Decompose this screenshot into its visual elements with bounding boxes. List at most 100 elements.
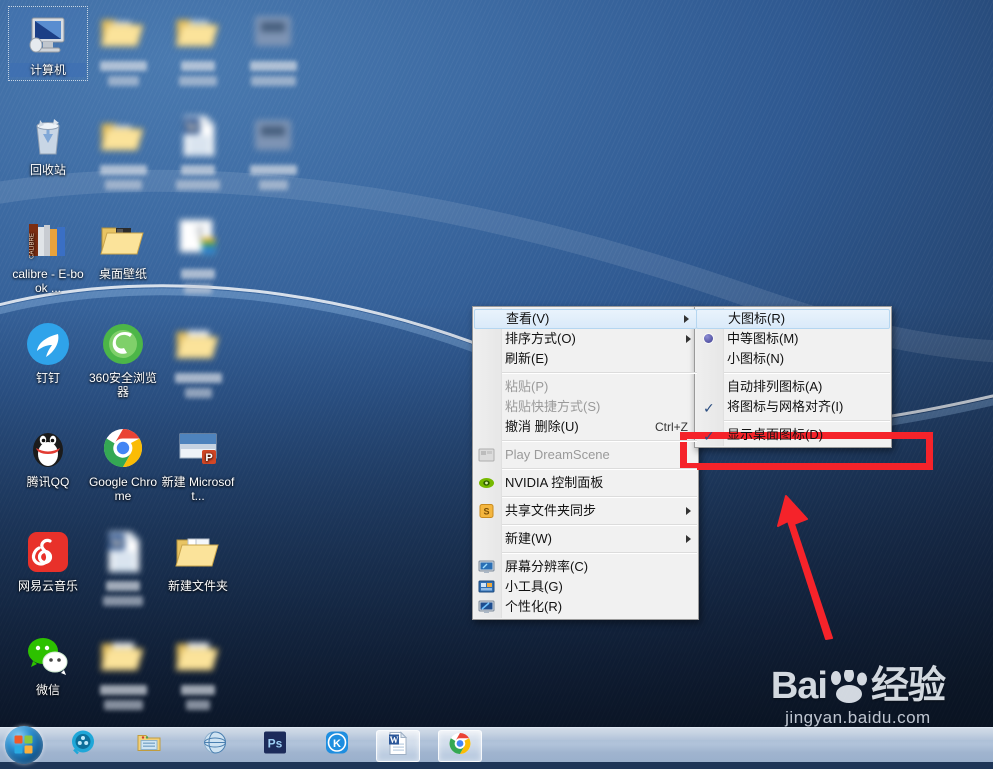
taskbar-button-kingsoft-icon[interactable]: K (316, 730, 358, 760)
folder-icon (99, 112, 147, 160)
taskbar-button-windows-explorer-icon[interactable] (128, 730, 170, 760)
desktop-icon-powerpoint-icon[interactable]: P 新建 Microsoft... (160, 424, 236, 503)
context-menu-item-12[interactable]: S 共享文件夹同步 (473, 501, 698, 521)
desktop-icon-blurred-2[interactable] (160, 8, 236, 89)
context-menu-item-18[interactable]: 个性化(R) (473, 597, 698, 617)
folder-files-icon (174, 632, 222, 680)
context-menu-item-2[interactable]: 刷新(E) (473, 349, 698, 369)
view-submenu-item-5[interactable]: ✓ 将图标与网格对齐(I) (695, 397, 891, 417)
taskbar-button-photoshop-icon[interactable]: Ps (254, 730, 296, 760)
context-menu-item-label: 查看(V) (506, 311, 550, 326)
desktop-icon-folder-files-icon[interactable]: 新建文件夹 (160, 528, 236, 593)
taskbar[interactable]: Ps K W (0, 726, 993, 764)
context-menu-item-1[interactable]: 排序方式(O) (473, 329, 698, 349)
chrome-icon (99, 424, 147, 472)
desktop-icon-blurred-22[interactable] (160, 632, 236, 713)
desktop-icon-label-blurred-2 (184, 388, 212, 398)
view-submenu-item-7[interactable]: ✓ 显示桌面图标(D) (695, 425, 891, 445)
context-menu-item-label: 粘贴(P) (505, 379, 549, 394)
start-button[interactable] (5, 726, 43, 764)
taskbar-button-internet-explorer-icon[interactable] (194, 730, 236, 760)
baidu-jingyan-watermark: Bai 经验 jingyan.baidu.com (770, 665, 946, 728)
context-menu-item-17[interactable]: 小工具(G) (473, 577, 698, 597)
kingsoft-icon: K (324, 730, 350, 761)
desktop-icon-blurred-13[interactable] (160, 320, 236, 401)
windows-explorer-icon (136, 730, 162, 761)
wechat-icon (24, 632, 72, 680)
desktop-icon-label: 桌面壁纸 (98, 267, 147, 281)
watermark-brand-text: Bai (770, 665, 828, 707)
view-submenu-item-1[interactable]: 中等图标(M) (695, 329, 891, 349)
desktop-icon-computer-icon[interactable]: 计算机 (8, 6, 88, 81)
desktop-icon-label-blurred (181, 685, 215, 695)
view-submenu-item-0[interactable]: 大图标(R) (696, 309, 890, 329)
folder-files-icon (174, 320, 222, 368)
view-submenu-item-label: 将图标与网格对齐(I) (727, 399, 844, 414)
desktop-icon-blurred-18[interactable]: W (85, 528, 161, 609)
desktop-icon-folder-book-icon[interactable]: 桌面壁纸 (85, 216, 161, 281)
view-submenu[interactable]: 大图标(R) 中等图标(M) 小图标(N) 自动排列图标(A) ✓ 将图标与网格对齐(I)… (694, 306, 892, 448)
desktop-icon-blurred-5[interactable] (85, 112, 161, 193)
context-menu-item-label: 撤消 删除(U) (505, 419, 579, 434)
context-menu-item-6[interactable]: 撤消 删除(U) Ctrl+Z (473, 417, 698, 437)
view-submenu-item-label: 显示桌面图标(D) (727, 427, 824, 442)
desktop-icon-recycle-bin-icon[interactable]: 回收站 (10, 112, 86, 177)
svg-text:Ps: Ps (268, 737, 283, 751)
context-menu-item-label: 粘贴快捷方式(S) (505, 399, 601, 414)
context-menu-item-label: 小工具(G) (505, 579, 563, 594)
context-menu-item-0[interactable]: 查看(V) (474, 309, 697, 329)
radio-selected-icon (704, 334, 713, 343)
word-document-icon: W (174, 112, 222, 160)
desktop-icon-label-blurred (99, 165, 147, 175)
sync-icon: S (478, 503, 495, 519)
menu-separator (502, 440, 697, 442)
gadgets-icon (478, 579, 495, 595)
context-menu-item-label: 刷新(E) (505, 351, 549, 366)
menu-accelerator: Ctrl+Z (655, 420, 688, 434)
desktop-icon-blurred-6[interactable]: W (160, 112, 236, 193)
submenu-arrow-icon (686, 535, 691, 543)
desktop-icon-blurred-10[interactable] (160, 216, 236, 297)
taskbar-button-chrome-icon[interactable] (438, 730, 482, 762)
desktop-icon-label-blurred-2 (179, 76, 217, 86)
context-menu-item-4: 粘贴(P) (473, 377, 698, 397)
desktop-icon-blurred-7[interactable] (235, 112, 311, 193)
submenu-arrow-icon (686, 507, 691, 515)
desktop-icon-calibre-icon[interactable]: CALIBRE calibre - E-book ... (10, 216, 86, 295)
svg-text:P: P (205, 452, 212, 464)
desktop-context-menu[interactable]: 查看(V) 排序方式(O) 刷新(E) 粘贴(P) 粘贴快捷方式(S) 撤消 删除(U) C… (472, 306, 699, 620)
submenu-arrow-icon (684, 315, 689, 323)
desktop-icon-qq-icon[interactable]: 腾讯QQ (10, 424, 86, 489)
taskbar-button-media-player-icon[interactable] (62, 730, 104, 760)
desktop-icon-blurred-1[interactable] (85, 8, 161, 89)
desktop-icon-dingtalk-icon[interactable]: 钉钉 (10, 320, 86, 385)
taskbar-button-word-icon[interactable]: W (376, 730, 420, 762)
desktop-icon-label: 360安全浏览器 (88, 371, 158, 399)
watermark-brand: Bai 经验 (770, 665, 946, 707)
desktop-icon-wechat-icon[interactable]: 微信 (10, 632, 86, 697)
desktop-icon-blurred-21[interactable] (85, 632, 161, 713)
view-submenu-item-4[interactable]: 自动排列图标(A) (695, 377, 891, 397)
media-player-icon (70, 730, 96, 761)
word-icon: W (385, 731, 411, 762)
netease-music-icon (24, 528, 72, 576)
context-menu-item-14[interactable]: 新建(W) (473, 529, 698, 549)
view-submenu-item-2[interactable]: 小图标(N) (695, 349, 891, 369)
context-menu-item-label: Play DreamScene (505, 447, 610, 462)
menu-separator (502, 372, 697, 374)
desktop-icon-label: 新建 Microsoft... (161, 475, 235, 503)
context-menu-item-16[interactable]: 屏幕分辨率(C) (473, 557, 698, 577)
svg-text:W: W (110, 536, 124, 551)
desktop-icon-label-blurred (249, 61, 297, 71)
desktop-icon-netease-music-icon[interactable]: 网易云音乐 (10, 528, 86, 593)
desktop-icon-label-blurred-2 (258, 180, 288, 190)
context-menu-item-10[interactable]: NVIDIA 控制面板 (473, 473, 698, 493)
desktop-icon-360-browser-icon[interactable]: 360安全浏览器 (85, 320, 161, 399)
qq-icon (24, 424, 72, 472)
view-submenu-items: 大图标(R) 中等图标(M) 小图标(N) 自动排列图标(A) ✓ 将图标与网格对齐(I)… (695, 309, 891, 445)
note-document-icon (174, 216, 222, 264)
view-submenu-item-label: 大图标(R) (728, 311, 786, 326)
desktop-icon-chrome-icon[interactable]: Google Chrome (85, 424, 161, 503)
desktop-icon-blurred-3[interactable] (235, 8, 311, 89)
blurred-icon (249, 112, 297, 160)
